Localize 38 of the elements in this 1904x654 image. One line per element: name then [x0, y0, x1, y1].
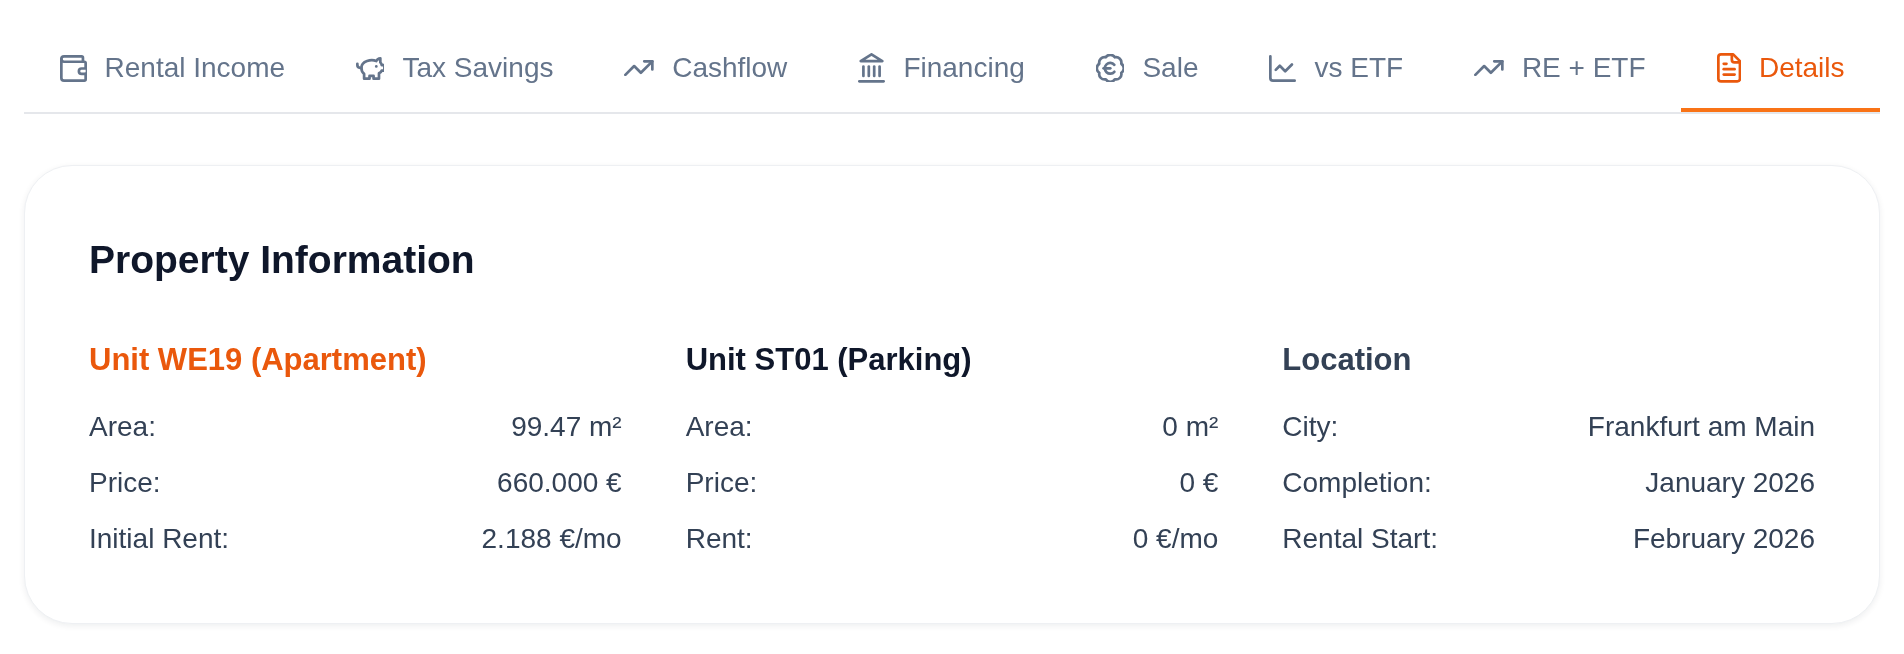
trend-up-icon: [624, 59, 655, 77]
column-heading: Unit WE19 (Apartment): [89, 341, 428, 379]
document-icon: [1716, 53, 1741, 83]
field-value: 99.47 m²: [511, 410, 622, 444]
field-label: City:: [1282, 410, 1339, 444]
field-value: 0 €/mo: [1132, 522, 1219, 556]
tab[interactable]: vs ETF: [1233, 23, 1439, 112]
euro-badge-icon: [1095, 53, 1125, 83]
tab[interactable]: Details: [1681, 23, 1880, 112]
tab[interactable]: RE + ETF: [1438, 23, 1682, 112]
field-value: 660.000 €: [497, 466, 622, 500]
field-label: Rent:: [685, 522, 753, 556]
tab[interactable]: Rental Income: [24, 23, 321, 112]
field-label: Area:: [685, 410, 753, 444]
field-value: 0 m²: [1162, 410, 1219, 444]
piggy-bank-icon: [356, 56, 385, 80]
line-chart-icon: [1269, 54, 1297, 82]
column-heading: Location: [1282, 341, 1413, 379]
field-value: Frankfurt am Main: [1587, 410, 1815, 444]
field-label: Price:: [685, 466, 758, 500]
field-value: January 2026: [1645, 466, 1815, 500]
wallet-icon: [59, 54, 87, 82]
trend-up-icon: [1474, 59, 1504, 77]
tab[interactable]: Tax Savings: [320, 23, 589, 112]
field-value: 0 €: [1179, 466, 1219, 500]
tab[interactable]: Cashflow: [588, 23, 823, 112]
tab[interactable]: Financing: [822, 23, 1061, 112]
field-value: 2.188 €/mo: [481, 522, 622, 556]
column-heading: Unit ST01 (Parking): [685, 341, 973, 379]
field-value: February 2026: [1632, 522, 1815, 556]
bank-building-icon: [858, 53, 886, 83]
field-label: Area:: [89, 410, 156, 444]
field-label: Initial Rent:: [89, 522, 230, 556]
field-label: Price:: [89, 466, 161, 500]
tab[interactable]: Sale: [1060, 23, 1234, 112]
field-label: Rental Start:: [1282, 522, 1438, 556]
field-label: Completion:: [1282, 466, 1432, 500]
card-title: Property Information: [89, 237, 476, 283]
